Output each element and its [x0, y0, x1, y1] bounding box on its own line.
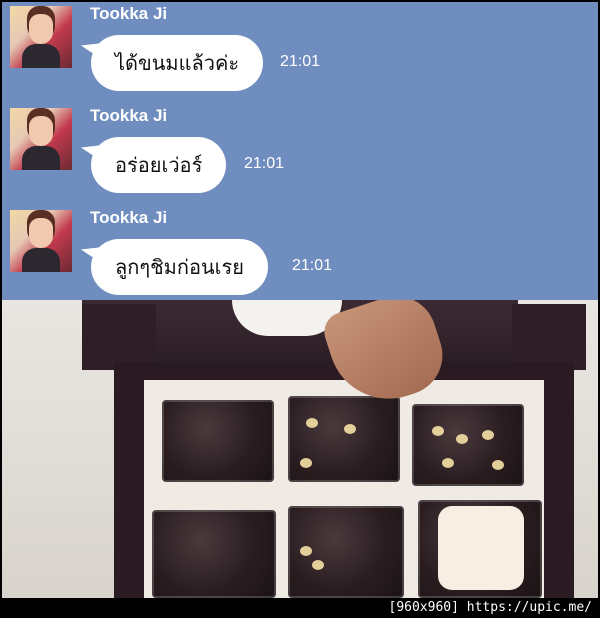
box-flap — [512, 304, 586, 370]
sender-name: Tookka Ji — [90, 106, 168, 125]
box-flap — [82, 304, 156, 370]
brownie-cell — [288, 506, 404, 598]
avatar[interactable] — [10, 6, 72, 68]
message-time: 21:01 — [244, 155, 285, 172]
brownie-box-photo[interactable] — [2, 300, 598, 598]
chat-message: Tookka Ji อร่อยเว่อร์ 21:01 — [2, 106, 598, 204]
message-bubble[interactable]: ได้ขนมแล้วค่ะ — [91, 35, 264, 91]
brownie-cell — [412, 404, 524, 486]
message-bubble[interactable]: อร่อยเว่อร์ — [91, 137, 227, 193]
sender-name: Tookka Ji — [90, 4, 168, 23]
brownie-cell — [418, 500, 542, 598]
brownie-cell — [162, 400, 274, 482]
brownie-cell — [288, 396, 400, 482]
chat-panel: Tookka Ji ได้ขนมแล้วค่ะ 21:01 Tookka Ji … — [2, 2, 598, 300]
chat-message: Tookka Ji ลูกๆชิมก่อนเรย 21:01 — [2, 208, 598, 306]
footer-bar: [960x960] https://upic.me/ — [0, 598, 600, 618]
message-time: 21:01 — [280, 53, 321, 70]
screenshot-frame: Tookka Ji ได้ขนมแล้วค่ะ 21:01 Tookka Ji … — [2, 2, 598, 598]
message-bubble[interactable]: ลูกๆชิมก่อนเรย — [91, 239, 268, 295]
chat-message: Tookka Ji ได้ขนมแล้วค่ะ 21:01 — [2, 4, 598, 102]
brownie-cell — [152, 510, 276, 598]
avatar[interactable] — [10, 210, 72, 272]
watermark-text[interactable]: [960x960] https://upic.me/ — [389, 600, 593, 615]
sender-name: Tookka Ji — [90, 208, 168, 227]
avatar[interactable] — [10, 108, 72, 170]
message-time: 21:01 — [292, 257, 333, 274]
